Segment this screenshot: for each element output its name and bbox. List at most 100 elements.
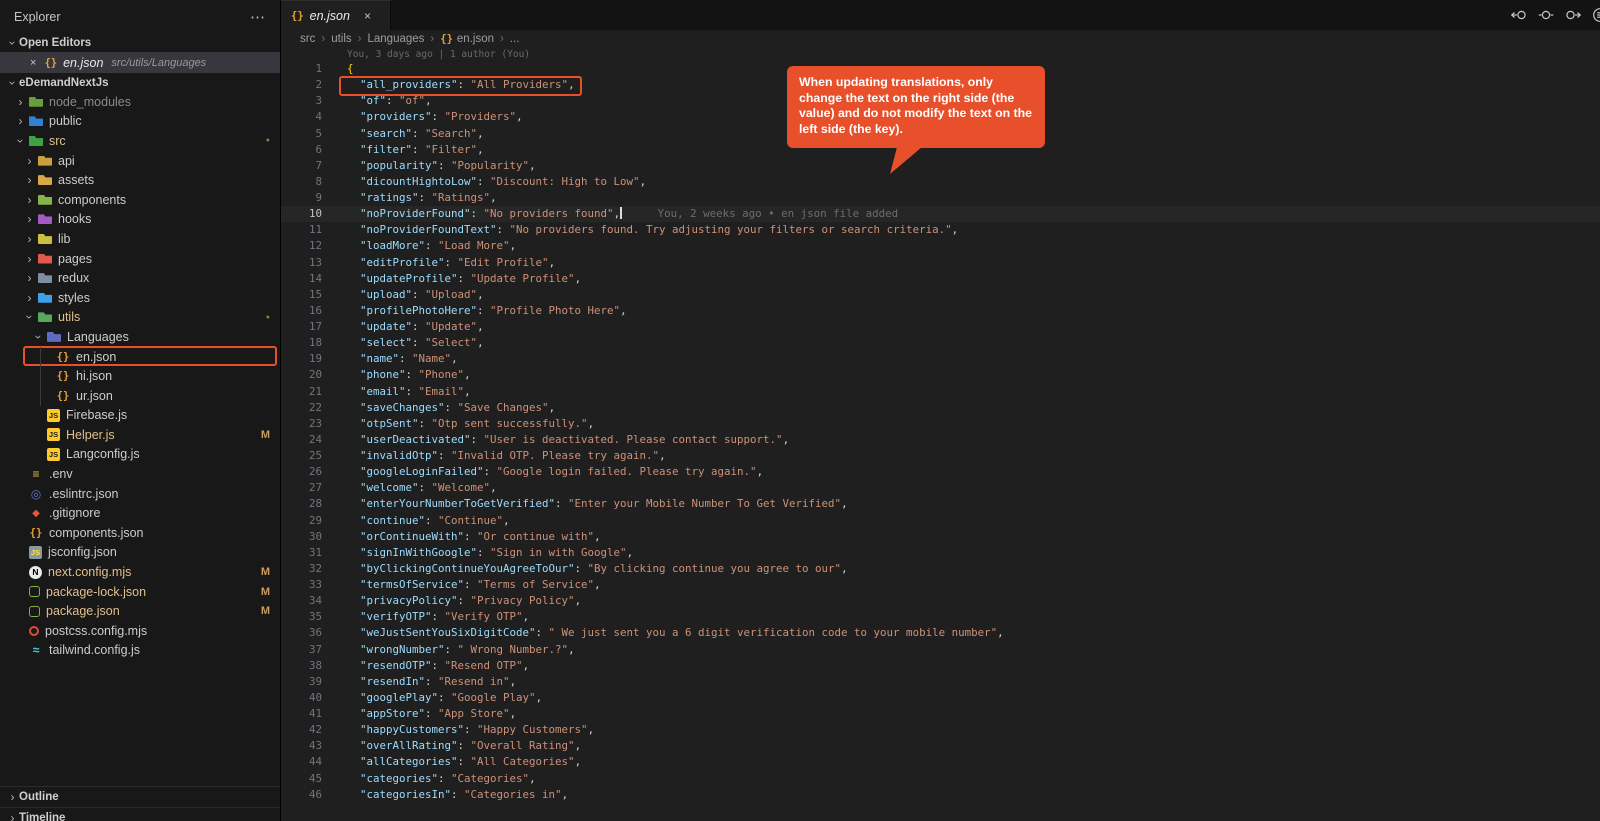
code-line[interactable]: 37 "wrongNumber": " Wrong Number.?",	[281, 642, 1600, 658]
open-editors-section-header[interactable]: › Open Editors	[0, 34, 280, 52]
code-line[interactable]: 46 "categoriesIn": "Categories in",	[281, 787, 1600, 803]
code-text: "allCategories": "All Categories",	[360, 755, 582, 769]
tree-item--env[interactable]: ≡ .env	[0, 464, 280, 484]
code-text: "otpSent": "Otp sent successfully.",	[360, 416, 595, 430]
tree-item-utils[interactable]: › utils ●	[0, 308, 280, 328]
tree-item-helper-js[interactable]: JS Helper.js M	[0, 425, 280, 445]
tree-item-label: node_modules	[49, 94, 132, 109]
code-line[interactable]: 40 "googlePlay": "Google Play",	[281, 690, 1600, 706]
breadcrumb-separator-icon: ›	[321, 33, 326, 45]
code-line[interactable]: 16 "profilePhotoHere": "Profile Photo He…	[281, 303, 1600, 319]
code-line[interactable]: 35 "verifyOTP": "Verify OTP",	[281, 609, 1600, 625]
folder-icon	[38, 175, 52, 186]
code-line[interactable]: 30 "orContinueWith": "Or continue with",	[281, 529, 1600, 545]
tree-item-languages[interactable]: › Languages	[0, 327, 280, 347]
tree-item-firebase-js[interactable]: JS Firebase.js	[0, 406, 280, 426]
json-value: "of"	[399, 94, 426, 108]
code-line[interactable]: 17 "update": "Update",	[281, 319, 1600, 335]
breadcrumb-item-utils[interactable]: utils	[331, 33, 351, 45]
tree-item-node-modules[interactable]: › node_modules	[0, 92, 280, 112]
open-editor-item-en-json[interactable]: × {} en.json src/utils/Languages	[0, 52, 280, 73]
code-line[interactable]: 20 "phone": "Phone",	[281, 367, 1600, 383]
code-line[interactable]: 22 "saveChanges": "Save Changes",	[281, 400, 1600, 416]
code-line[interactable]: 43 "overAllRating": "Overall Rating",	[281, 738, 1600, 754]
tree-item-styles[interactable]: › styles	[0, 288, 280, 308]
tree-item-ur-json[interactable]: {} ur.json	[0, 386, 280, 406]
tree-item-components-json[interactable]: {} components.json	[0, 523, 280, 543]
code-line[interactable]: 38 "resendOTP": "Resend OTP",	[281, 658, 1600, 674]
code-line[interactable]: 18 "select": "Select",	[281, 335, 1600, 351]
code-line[interactable]: 42 "happyCustomers": "Happy Customers",	[281, 722, 1600, 738]
code-line[interactable]: 39 "resendIn": "Resend in",	[281, 674, 1600, 690]
close-icon[interactable]: ×	[364, 9, 371, 23]
code-line[interactable]: 36 "weJustSentYouSixDigitCode": " We jus…	[281, 625, 1600, 641]
more-actions-icon[interactable]: ⋯	[250, 8, 266, 26]
code-line[interactable]: 12 "loadMore": "Load More",	[281, 238, 1600, 254]
breadcrumb-item--[interactable]: ...	[510, 33, 520, 45]
code-line[interactable]: 8 "dicountHightoLow": "Discount: High to…	[281, 174, 1600, 190]
code-line[interactable]: 32 "byClickingContinueYouAgreeToOur": "B…	[281, 561, 1600, 577]
tree-item-hooks[interactable]: › hooks	[0, 210, 280, 230]
tab-en-json[interactable]: {} en.json ×	[281, 0, 391, 30]
code-line[interactable]: 29 "continue": "Continue",	[281, 513, 1600, 529]
next-change-icon[interactable]	[1565, 7, 1581, 23]
tree-item-hi-json[interactable]: {} hi.json	[0, 366, 280, 386]
code-line[interactable]: 25 "invalidOtp": "Invalid OTP. Please tr…	[281, 448, 1600, 464]
code-line[interactable]: 26 "googleLoginFailed": "Google login fa…	[281, 464, 1600, 480]
tree-item-api[interactable]: › api	[0, 151, 280, 171]
code-line[interactable]: 10 "noProviderFound": "No providers foun…	[281, 206, 1600, 222]
code-line[interactable]: 27 "welcome": "Welcome",	[281, 480, 1600, 496]
breadcrumb-item-src[interactable]: src	[300, 33, 315, 45]
code-line[interactable]: 41 "appStore": "App Store",	[281, 706, 1600, 722]
editor-overflow-icon[interactable]	[1592, 7, 1600, 23]
tree-item-components[interactable]: › components	[0, 190, 280, 210]
project-root-header[interactable]: › eDemandNextJs	[0, 73, 280, 92]
tree-item-package-lock-json[interactable]: package-lock.json M	[0, 582, 280, 602]
tree-item--gitignore[interactable]: ◆ .gitignore	[0, 503, 280, 523]
code-line[interactable]: 13 "editProfile": "Edit Profile",	[281, 255, 1600, 271]
code-line[interactable]: 33 "termsOfService": "Terms of Service",	[281, 577, 1600, 593]
code-line[interactable]: 15 "upload": "Upload",	[281, 287, 1600, 303]
code-line[interactable]: 34 "privacyPolicy": "Privacy Policy",	[281, 593, 1600, 609]
code-line[interactable]: 31 "signInWithGoogle": "Sign in with Goo…	[281, 545, 1600, 561]
json-key: "noProviderFound"	[360, 207, 471, 221]
tree-item-lib[interactable]: › lib	[0, 229, 280, 249]
tree-item-postcss-config-mjs[interactable]: postcss.config.mjs	[0, 621, 280, 641]
code-line[interactable]: 23 "otpSent": "Otp sent successfully.",	[281, 416, 1600, 432]
tree-item-jsconfig-json[interactable]: JS jsconfig.json	[0, 543, 280, 563]
tree-item-redux[interactable]: › redux	[0, 268, 280, 288]
tree-item-package-json[interactable]: package.json M	[0, 601, 280, 621]
code-area[interactable]: 1 {2 "all_providers": "All Providers", 3 "…	[281, 61, 1600, 803]
code-line[interactable]: 44 "allCategories": "All Categories",	[281, 754, 1600, 770]
json-key: "updateProfile"	[360, 271, 458, 285]
breadcrumb-item-languages[interactable]: Languages	[367, 33, 424, 45]
code-line[interactable]: 7 "popularity": "Popularity",	[281, 158, 1600, 174]
previous-change-icon[interactable]	[1511, 7, 1527, 23]
timeline-section-header[interactable]: › Timeline	[0, 807, 280, 821]
code-line[interactable]: 9 "ratings": "Ratings",	[281, 190, 1600, 206]
code-line[interactable]: 14 "updateProfile": "Update Profile",	[281, 271, 1600, 287]
tree-item-next-config-mjs[interactable]: Nnext.config.mjs M	[0, 562, 280, 582]
code-line[interactable]: 21 "email": "Email",	[281, 384, 1600, 400]
tree-item-langconfig-js[interactable]: JS Langconfig.js	[0, 445, 280, 465]
tree-item-pages[interactable]: › pages	[0, 249, 280, 269]
folder-icon	[29, 96, 43, 107]
open-changes-icon[interactable]	[1538, 7, 1554, 23]
outline-section-header[interactable]: › Outline	[0, 786, 280, 807]
code-line[interactable]: 28 "enterYourNumberToGetVerified": "Ente…	[281, 496, 1600, 512]
tree-item-en-json[interactable]: {} en.json	[0, 345, 280, 367]
breadcrumb-item-en-json[interactable]: {} en.json	[440, 33, 494, 45]
chevron-right-icon: ›	[27, 192, 32, 207]
code-line[interactable]: 24 "userDeactivated": "User is deactivat…	[281, 432, 1600, 448]
tree-item-tailwind-config-js[interactable]: ≈ tailwind.config.js	[0, 641, 280, 661]
tree-item-assets[interactable]: › assets	[0, 170, 280, 190]
tree-item-public[interactable]: › public	[0, 112, 280, 132]
code-line[interactable]: 45 "categories": "Categories",	[281, 771, 1600, 787]
tree-item-src[interactable]: › src ●	[0, 131, 280, 151]
code-line[interactable]: 19 "name": "Name",	[281, 351, 1600, 367]
json-key: "overAllRating"	[360, 739, 458, 753]
tree-item--eslintrc-json[interactable]: ◎ .eslintrc.json	[0, 484, 280, 504]
code-text: "googleLoginFailed": "Google login faile…	[360, 465, 764, 479]
close-icon[interactable]: ×	[30, 57, 36, 69]
code-line[interactable]: 11 "noProviderFoundText": "No providers …	[281, 222, 1600, 238]
